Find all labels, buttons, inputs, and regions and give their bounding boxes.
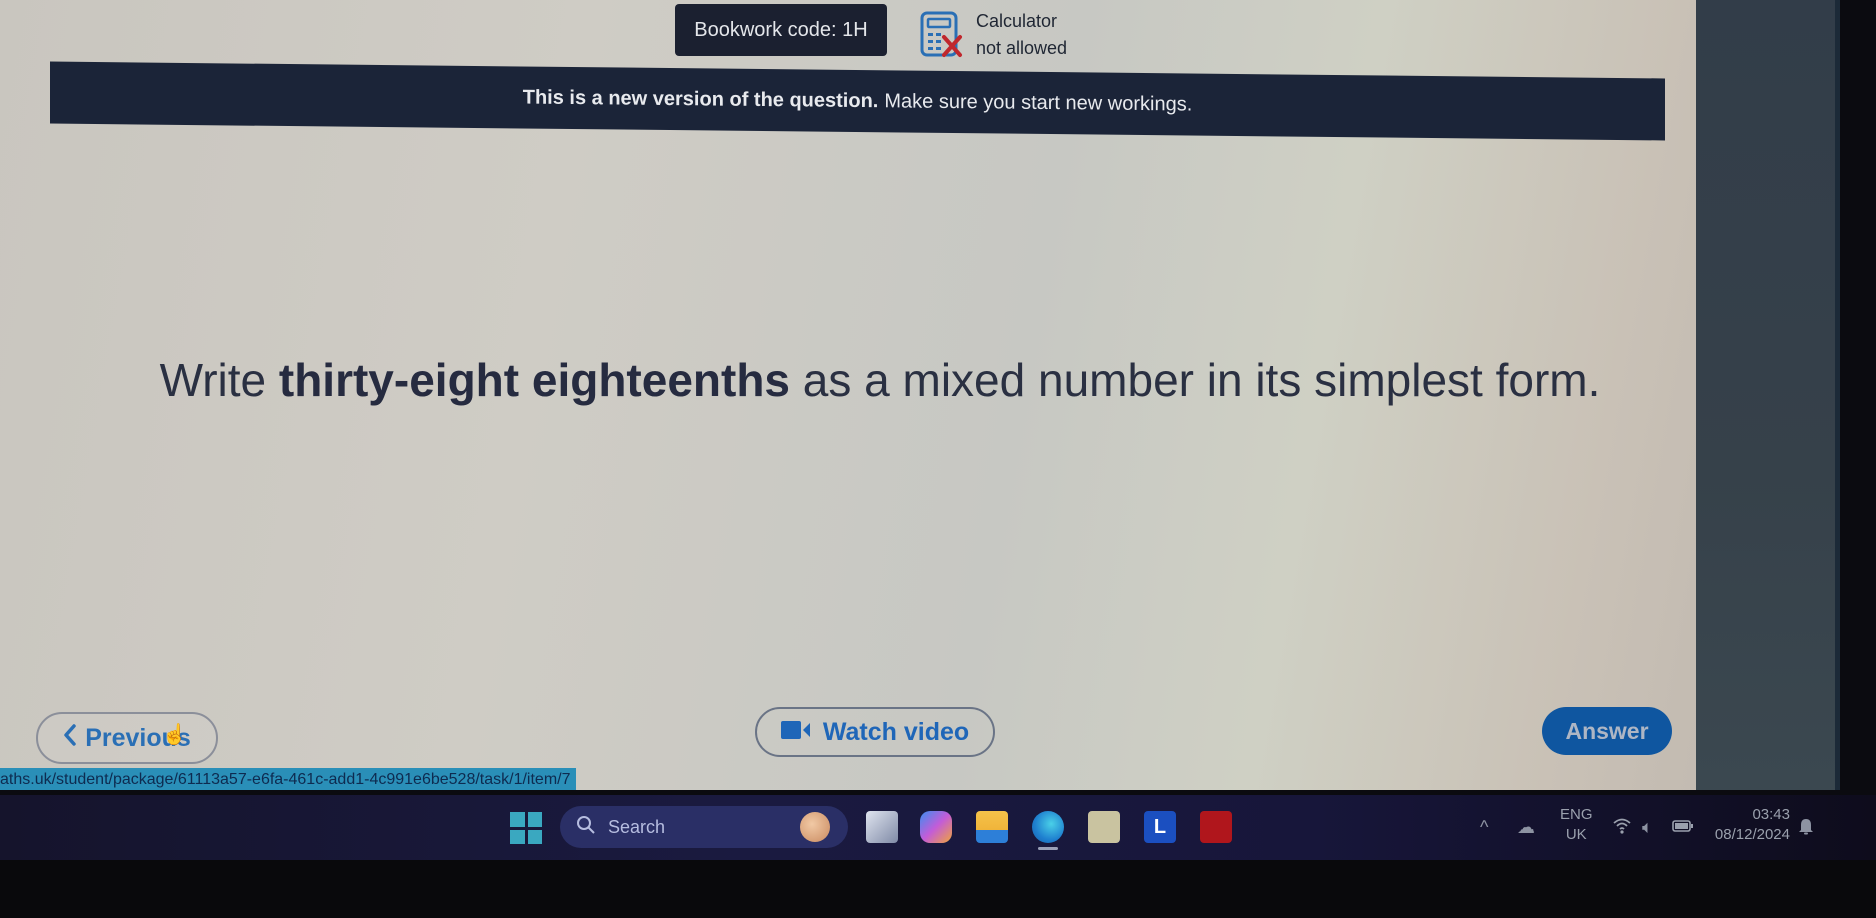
language-line-2: UK (1565, 826, 1587, 843)
search-icon (576, 815, 596, 840)
answer-button[interactable]: Answer (1542, 707, 1672, 755)
banner-bold-text: This is a new version of the question. (522, 85, 879, 112)
question-suffix: as a mixed number in its simplest form. (790, 354, 1601, 406)
volume-icon[interactable]: 🔈︎ (1642, 817, 1653, 838)
chevron-left-icon (63, 723, 77, 753)
question-bold: thirty-eight eighteenths (278, 354, 791, 406)
video-camera-icon (780, 718, 811, 747)
clock-time: 03:43 (1752, 806, 1790, 823)
watch-video-button[interactable]: Watch video (755, 707, 995, 757)
calculator-crossed-icon (920, 11, 964, 59)
task-view-icon[interactable] (866, 811, 898, 843)
search-highlight-icon (800, 812, 830, 842)
question-text: Write thirty-eight eighteenths as a mixe… (120, 352, 1640, 408)
language-line-1: ENG (1560, 806, 1593, 823)
watch-video-label: Watch video (822, 717, 970, 746)
copilot-icon[interactable] (920, 811, 952, 843)
edge-icon[interactable] (1032, 811, 1064, 843)
banner-text: Make sure you start new workings. (884, 89, 1193, 116)
mcafee-icon[interactable] (1200, 811, 1232, 843)
onedrive-offline-icon[interactable]: ☁ (1517, 817, 1535, 838)
battery-icon[interactable] (1672, 817, 1694, 838)
bookwork-code-label: Bookwork code: 1H (694, 18, 868, 41)
answer-label: Answer (1565, 717, 1649, 744)
new-version-banner: This is a new version of the question. M… (50, 61, 1665, 141)
calculator-line-2: not allowed (976, 38, 1068, 58)
status-bar-url: aths.uk/student/package/61113a57-e6fa-46… (0, 768, 577, 790)
chevron-up-icon[interactable]: ^ (1480, 817, 1488, 838)
browser-page: Bookwork code: 1H Calculator not allowed… (0, 0, 1840, 790)
notification-bell-icon[interactable] (1798, 817, 1814, 840)
right-side-panel (1696, 0, 1840, 790)
calculator-status-text: Calculator not allowed (976, 8, 1067, 62)
taskbar: Search L ^ ☁ ENG UK 🔈︎ 03:43 08/12/2024 (0, 795, 1876, 860)
bookwork-code-badge: Bookwork code: 1H (675, 4, 887, 56)
l-app-icon[interactable]: L (1144, 811, 1176, 843)
screen-bezel (0, 860, 1876, 918)
hand-cursor-icon: ☝ (162, 724, 187, 746)
calculator-line-1: Calculator (976, 11, 1058, 31)
taskbar-search[interactable]: Search (560, 806, 848, 848)
question-prefix: Write (159, 354, 279, 406)
calculator-status: Calculator not allowed (920, 8, 1067, 62)
file-explorer-icon[interactable] (976, 811, 1008, 843)
active-app-indicator (1038, 847, 1058, 850)
previous-button[interactable]: Previous (36, 712, 218, 764)
windows-start-icon[interactable] (510, 812, 542, 844)
clock-date: 08/12/2024 (1714, 826, 1790, 843)
wifi-icon[interactable] (1612, 817, 1632, 840)
search-placeholder: Search (608, 816, 666, 837)
microsoft-store-icon[interactable] (1088, 811, 1120, 843)
screen-edge (1835, 0, 1840, 790)
